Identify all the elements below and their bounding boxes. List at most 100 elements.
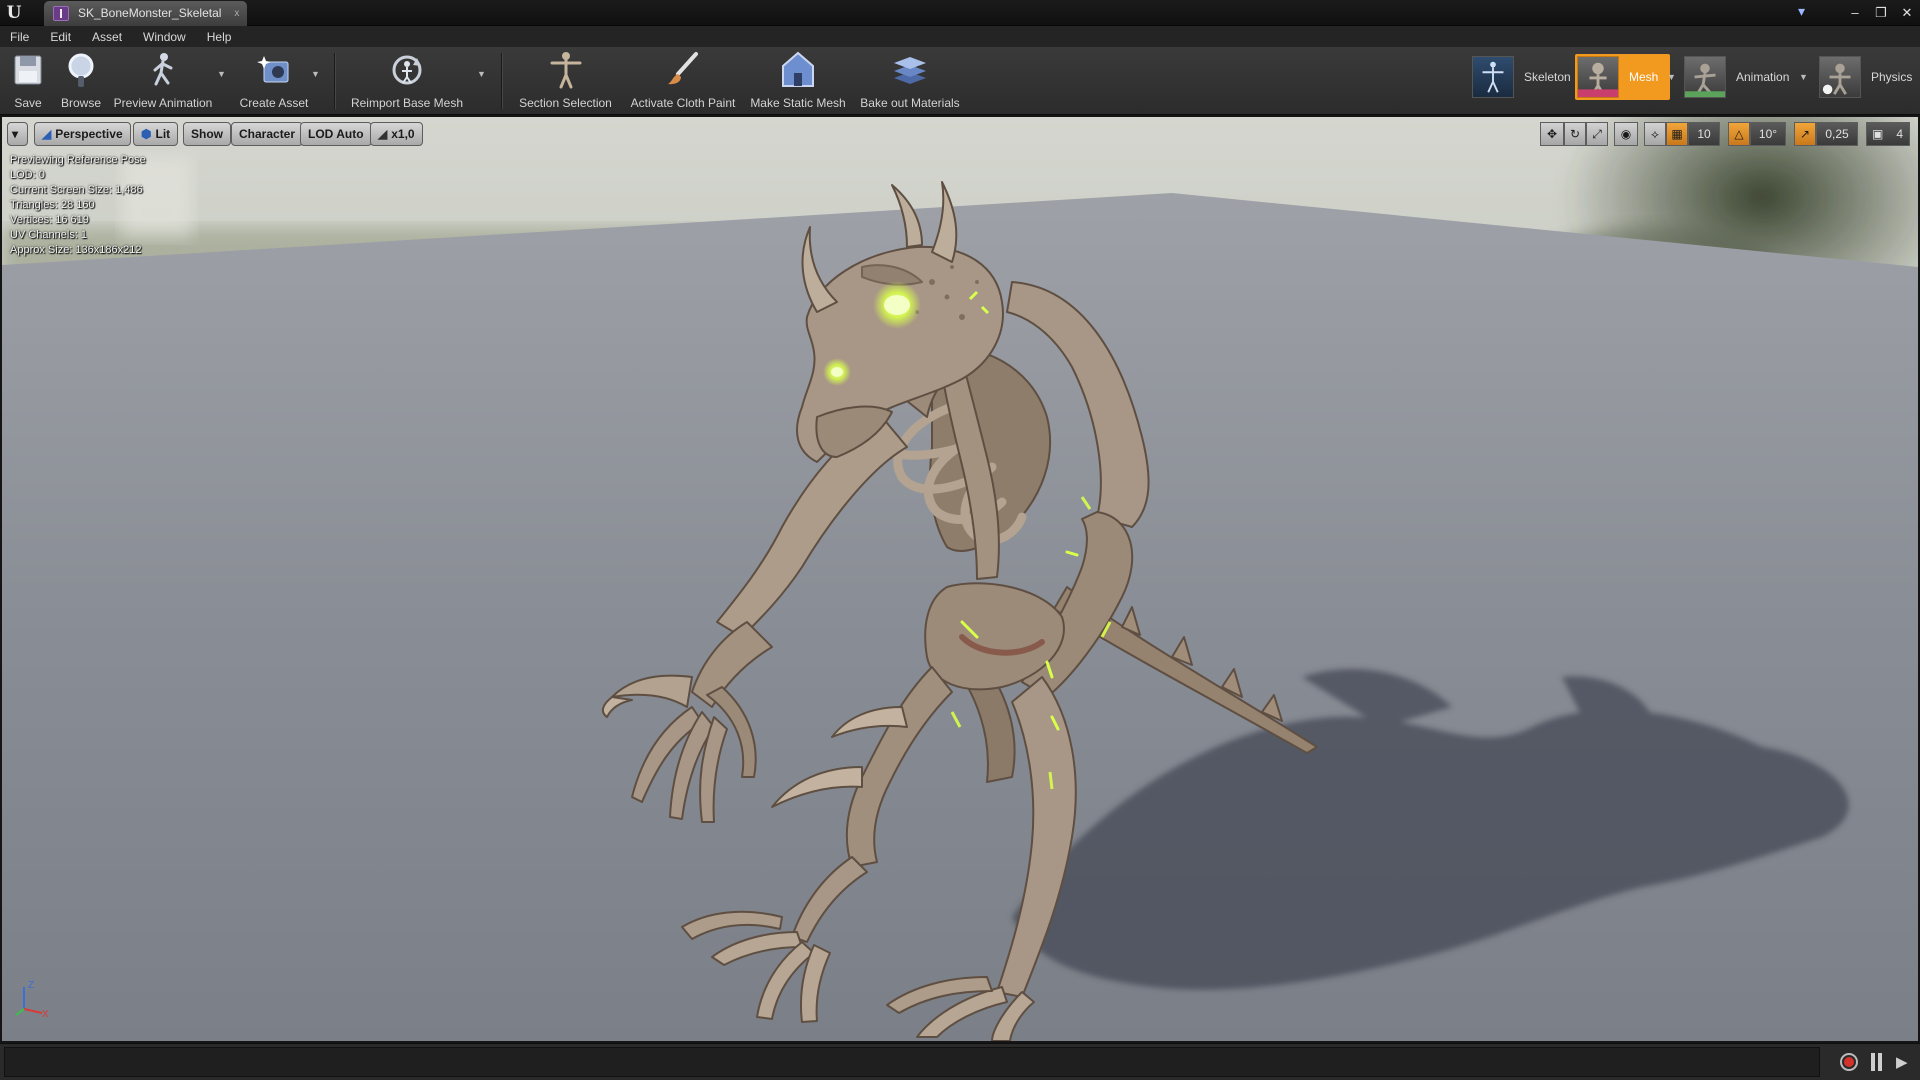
preview-viewport[interactable]: ▾ ◢ Perspective ⬢ Lit Show Character LOD A… [2,117,1918,1041]
save-button[interactable]: Save [8,50,48,112]
make-static-mesh-label: Make Static Mesh [750,96,846,110]
rotate-mode-icon[interactable]: ↻ [1564,122,1586,146]
mode-skeleton-label: Skeleton [1524,70,1571,84]
stat-line: Approx Size: 136x186x212 [10,244,142,256]
create-asset-button[interactable]: Create Asset [237,50,311,112]
stat-line: Triangles: 28 160 [10,199,95,211]
translate-mode-icon[interactable]: ✥ [1540,122,1564,146]
document-tab[interactable]: SK_BoneMonster_Skeletal x [44,1,248,26]
scene-render [2,117,1918,1041]
animation-mode-dropdown-icon[interactable]: ▼ [1799,72,1808,82]
viewport-options-dropdown[interactable]: ▾ [7,122,28,146]
mode-animation-label: Animation [1736,70,1790,84]
bake-out-materials-label: Bake out Materials [860,96,960,110]
stat-line: UV Channels: 1 [10,229,88,241]
mesh-mode-dropdown-icon[interactable]: ▼ [1667,72,1676,82]
make-static-mesh-button[interactable]: Make Static Mesh [749,50,847,112]
record-icon[interactable] [1840,1053,1858,1071]
toolbar-separator [501,53,502,109]
rotation-snap-value[interactable]: 10° [1750,122,1786,146]
section-selection-button[interactable]: Section Selection [519,50,612,112]
surface-snap-icon[interactable]: ⟡ [1644,122,1666,146]
activate-cloth-paint-label: Activate Cloth Paint [630,96,736,110]
stat-line: Previewing Reference Pose [10,154,146,166]
mode-physics-button[interactable]: Physics [1819,54,1912,100]
mode-animation-button[interactable]: Animation [1684,54,1789,100]
pause-icon[interactable] [1870,1053,1884,1071]
mode-physics-label: Physics [1871,70,1913,84]
perspective-button[interactable]: ◢ Perspective [34,122,131,146]
tab-close-icon[interactable]: x [234,1,239,26]
camera-speed-icon: ▣ [1872,127,1884,141]
browse-button[interactable]: Browse [60,50,102,112]
menu-window[interactable]: Window [143,30,186,44]
viewport-stats: Previewing Reference Pose LOD: 0 Current… [10,153,146,258]
transport-bar: ▶ [0,1043,1920,1080]
step-forward-icon[interactable]: ▶ [1896,1053,1908,1071]
mode-mesh-label: Mesh [1629,70,1659,84]
mode-skeleton-button[interactable]: Skeleton [1472,54,1571,100]
character-button[interactable]: Character [231,122,304,146]
activate-cloth-paint-button[interactable]: Activate Cloth Paint [627,50,739,112]
physics-mode-icon [1819,56,1861,98]
create-asset-dropdown-icon[interactable]: ▼ [311,69,320,79]
camera-speed-value: 4 [1896,127,1903,141]
reimport-base-mesh-label: Reimport Base Mesh [350,96,464,110]
lit-button[interactable]: ⬢ Lit [133,122,179,146]
minimize-icon[interactable]: – [1842,3,1868,23]
character-label: Character [239,127,296,141]
figure-pose-icon [550,52,581,89]
show-button[interactable]: Show [183,122,231,146]
magnifier-icon [68,53,94,87]
menu-file[interactable]: File [10,30,29,44]
preview-animation-button[interactable]: Preview Animation [113,50,213,112]
bake-out-materials-button[interactable]: Bake out Materials [858,50,962,112]
stat-line: Vertices: 16 619 [10,214,89,226]
skeletal-mesh-icon [53,6,69,21]
scale-snap-value[interactable]: 0,25 [1816,122,1858,146]
lit-label: Lit [155,127,171,141]
coordinate-space-icon[interactable]: ◉ [1614,122,1638,146]
animation-mode-icon [1684,56,1726,98]
camera-speed-button[interactable]: ▣ 4 [1866,122,1910,146]
browse-label: Browse [60,96,101,110]
scale-mode-icon[interactable]: ⤢ [1586,122,1608,146]
rotation-snap-icon[interactable]: △ [1728,122,1750,146]
stat-line: LOD: 0 [10,169,45,181]
show-label: Show [191,127,223,141]
document-tab-label: SK_BoneMonster_Skeletal [78,6,222,20]
lit-sphere-icon: ⬢ [141,127,152,141]
stat-line: Current Screen Size: 1,486 [10,184,143,196]
playback-speed-label: x1,0 [391,127,415,141]
lod-label: LOD Auto [308,127,364,141]
save-label: Save [14,96,42,110]
close-window-icon[interactable]: ✕ [1894,3,1920,23]
restore-icon[interactable]: ❐ [1868,3,1894,23]
grid-snap-value[interactable]: 10 [1688,122,1720,146]
menu-edit[interactable]: Edit [50,30,71,44]
notification-icon[interactable]: ▾ [1798,3,1816,21]
menu-bar: File Edit Asset Window Help [0,26,1920,47]
section-selection-label: Section Selection [519,96,612,110]
axis-x-label: X [42,1009,49,1019]
window-controls: – ❐ ✕ [1842,0,1920,26]
reimport-icon [392,55,422,85]
house-icon [782,51,814,87]
menu-asset[interactable]: Asset [92,30,122,44]
reimport-base-mesh-button[interactable]: Reimport Base Mesh [348,50,466,112]
preview-animation-label: Preview Animation [113,96,213,110]
asset-toolbar: Save Browse Preview Animation ▼ Create A… [0,47,1920,115]
menu-help[interactable]: Help [207,30,232,44]
grid-snap-icon[interactable]: ▦ [1666,122,1688,146]
preview-animation-dropdown-icon[interactable]: ▼ [217,69,226,79]
mode-mesh-button[interactable]: Mesh [1575,54,1671,100]
skeleton-mode-icon [1472,56,1514,98]
playback-speed-button[interactable]: ◢ x1,0 [370,122,423,146]
scale-snap-icon[interactable]: ↗ [1794,122,1816,146]
create-asset-label: Create Asset [239,96,309,110]
timeline-scrubber[interactable] [4,1047,1820,1077]
reimport-dropdown-icon[interactable]: ▼ [477,69,486,79]
unreal-logo-icon[interactable]: U [3,2,25,24]
running-figure-icon [153,53,173,86]
lod-button[interactable]: LOD Auto [300,122,372,146]
